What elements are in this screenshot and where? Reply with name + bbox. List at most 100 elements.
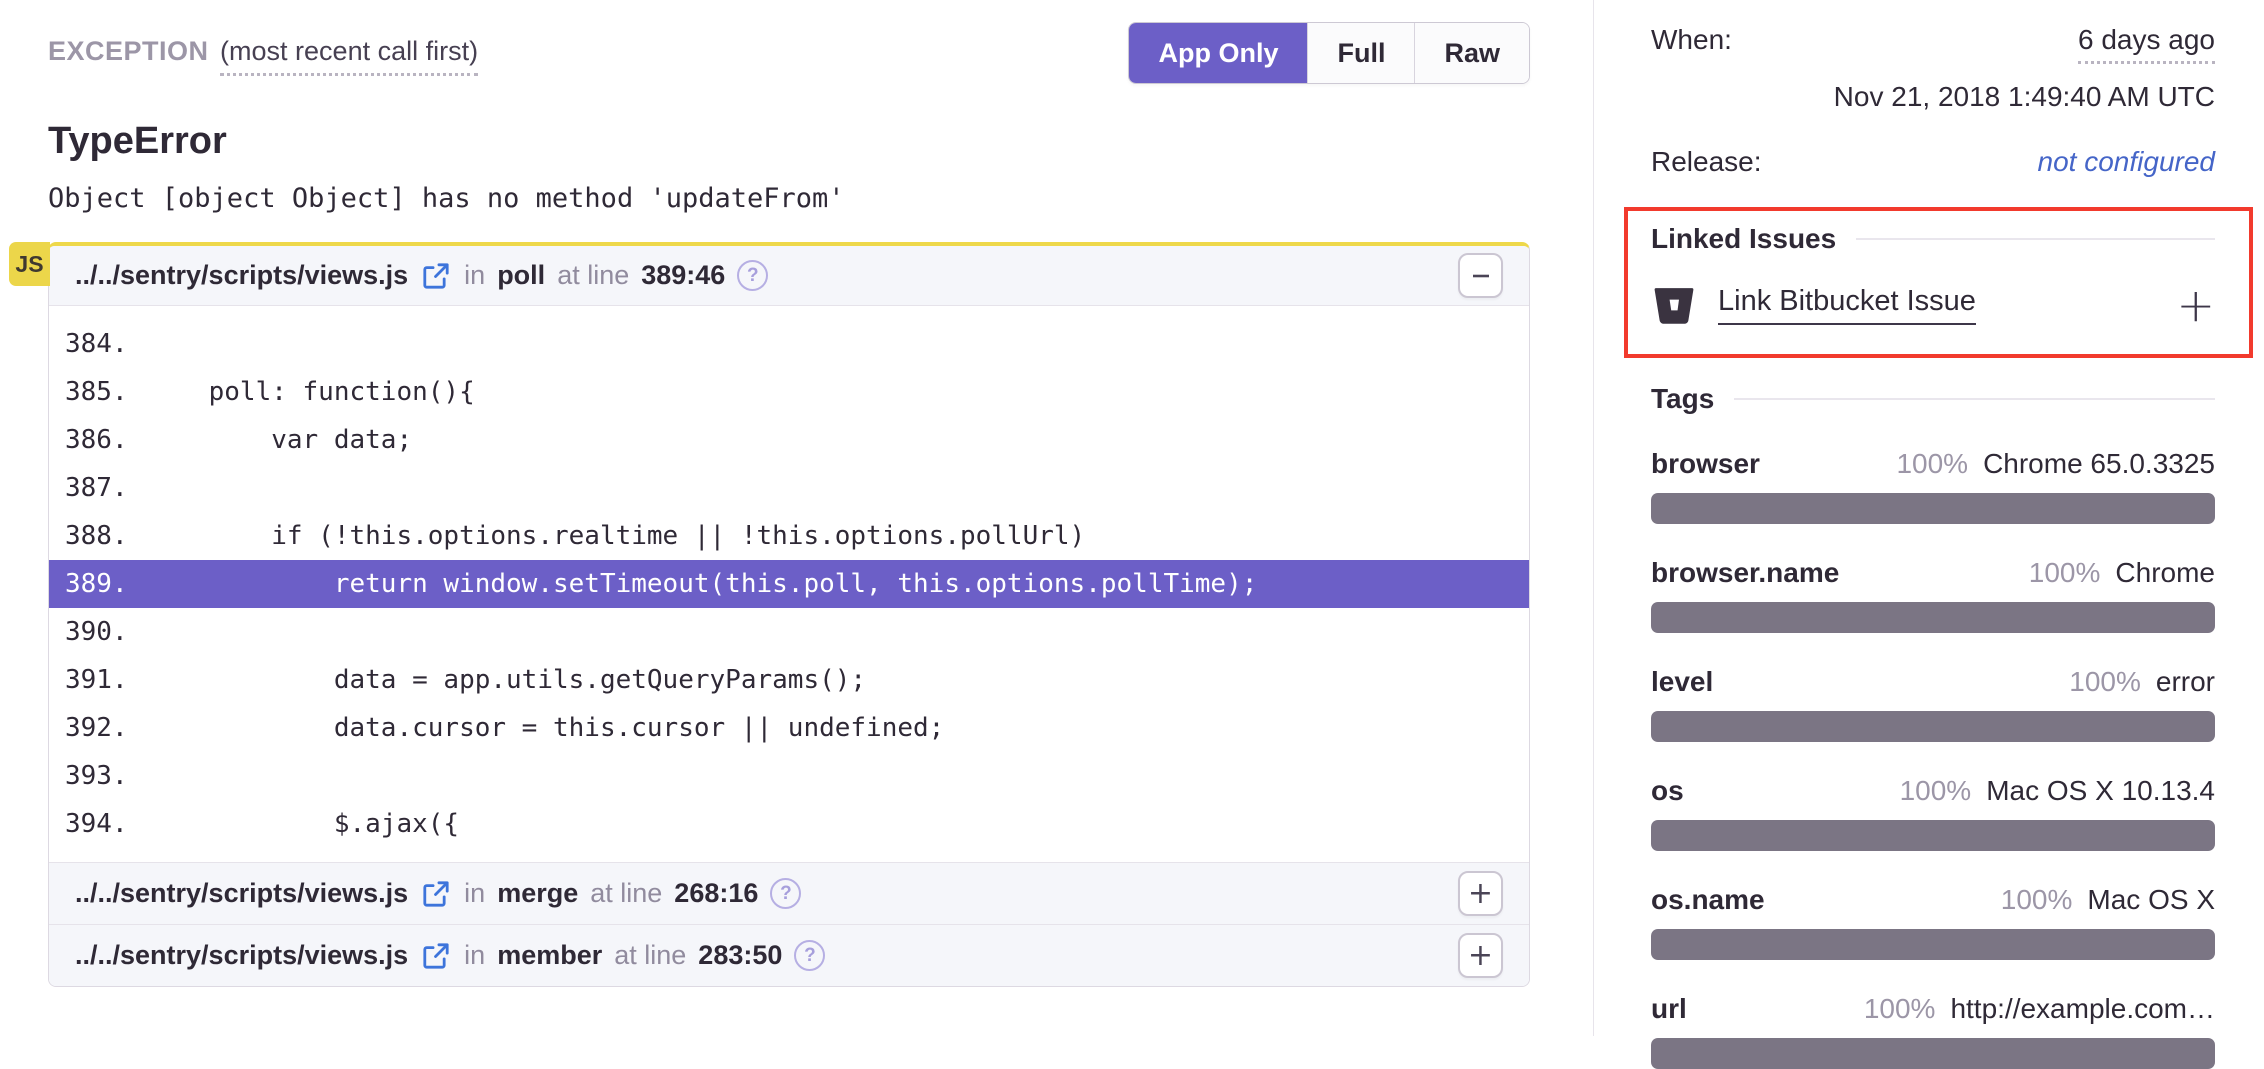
bitbucket-icon: [1651, 282, 1697, 328]
platform-js-badge: JS: [9, 242, 50, 286]
tag-browser-name: browser.name 100% Chrome: [1651, 557, 2215, 633]
at-line-label: at line: [557, 260, 629, 291]
code-line: 388. if (!this.options.realtime || !this…: [49, 512, 1529, 560]
tag-key[interactable]: os.name: [1651, 884, 1765, 916]
frame-function: poll: [497, 260, 545, 291]
raw-button[interactable]: Raw: [1414, 23, 1529, 83]
tag-distribution-bar[interactable]: [1651, 1038, 2215, 1069]
frame-path: ../../sentry/scripts/views.js: [75, 940, 408, 971]
line-number: 394.: [49, 800, 146, 848]
tag-level: level100%error: [1651, 666, 2215, 742]
tag-browser: browser100%Chrome 65.0.3325: [1651, 448, 2215, 524]
tag-distribution-bar[interactable]: [1651, 929, 2215, 960]
code-line: 392. data.cursor = this.cursor || undefi…: [49, 704, 1529, 752]
frame-line-col: 389:46: [641, 260, 725, 291]
tag-percent: 100%: [1900, 775, 1972, 807]
tag-os: os 100% Mac OS X 10.13.4: [1651, 775, 2215, 851]
link-bitbucket-issue-link[interactable]: Link Bitbucket Issue: [1718, 285, 1976, 325]
at-line-label: at line: [614, 940, 686, 971]
add-linked-issue-button[interactable]: +: [2176, 282, 2215, 328]
when-relative-time[interactable]: 6 days ago: [2078, 24, 2215, 64]
frame-header-member[interactable]: ../../sentry/scripts/views.js in member …: [49, 924, 1529, 986]
line-text: data.cursor = this.cursor || undefined;: [146, 704, 944, 752]
app-only-button[interactable]: App Only: [1129, 23, 1307, 83]
release-label: Release:: [1651, 146, 1762, 178]
line-text: poll: function(){: [146, 368, 475, 416]
tag-distribution-bar[interactable]: [1651, 602, 2215, 633]
tag-percent: 100%: [2029, 557, 2101, 589]
exception-header: EXCEPTION (most recent call first) App O…: [48, 22, 1530, 84]
external-link-icon[interactable]: [422, 262, 450, 290]
tag-distribution-bar[interactable]: [1651, 711, 2215, 742]
tag-percent: 100%: [1864, 993, 1936, 1025]
tag-value[interactable]: Chrome: [2115, 557, 2215, 589]
external-link-icon[interactable]: [422, 942, 450, 970]
code-line: 391. data = app.utils.getQueryParams();: [49, 656, 1529, 704]
stacktrace-view-toggle: App Only Full Raw: [1128, 22, 1530, 84]
expand-frame-button[interactable]: +: [1458, 871, 1503, 916]
at-line-label: at line: [590, 878, 662, 909]
tag-key[interactable]: url: [1651, 993, 1687, 1025]
tag-value[interactable]: http://example.com…: [1950, 993, 2215, 1025]
crashed-code-line: 389. return window.setTimeout(this.poll,…: [49, 560, 1529, 608]
tag-key[interactable]: browser: [1651, 448, 1760, 480]
tag-key[interactable]: os: [1651, 775, 1684, 807]
tags-title: Tags: [1651, 383, 1714, 415]
tag-value[interactable]: error: [2156, 666, 2215, 698]
line-text: $.ajax({: [146, 800, 459, 848]
code-line: 384.: [49, 320, 1529, 368]
tag-percent: 100%: [2001, 884, 2073, 916]
expand-frame-button[interactable]: +: [1458, 933, 1503, 978]
in-label: in: [464, 940, 485, 971]
release-not-configured-link[interactable]: not configured: [2038, 146, 2215, 178]
code-line: 385. poll: function(){: [49, 368, 1529, 416]
exception-order-hint[interactable]: (most recent call first): [220, 36, 478, 76]
help-icon[interactable]: ?: [737, 260, 768, 291]
code-line: 394. $.ajax({: [49, 800, 1529, 848]
tag-value[interactable]: Mac OS X: [2087, 884, 2215, 916]
release-row: Release: not configured: [1651, 146, 2215, 178]
code-line: 387.: [49, 464, 1529, 512]
tag-value[interactable]: Mac OS X 10.13.4: [1986, 775, 2215, 807]
line-number: 384.: [49, 320, 146, 368]
tag-distribution-bar[interactable]: [1651, 493, 2215, 524]
frame-line-col: 283:50: [698, 940, 782, 971]
when-row: When: 6 days ago: [1651, 24, 2215, 64]
frame-path: ../../sentry/scripts/views.js: [75, 260, 408, 291]
frame-header-poll[interactable]: ../../sentry/scripts/views.js in poll at…: [49, 246, 1529, 306]
code-line: 393.: [49, 752, 1529, 800]
in-label: in: [464, 878, 485, 909]
tags-heading: Tags: [1651, 383, 2215, 415]
minus-icon: [1470, 265, 1492, 287]
line-number: 388.: [49, 512, 146, 560]
line-number: 391.: [49, 656, 146, 704]
linked-issues-heading: Linked Issues: [1651, 223, 2215, 255]
frame-line-col: 268:16: [674, 878, 758, 909]
tag-distribution-bar[interactable]: [1651, 820, 2215, 851]
code-line: 390.: [49, 608, 1529, 656]
exception-title-group: EXCEPTION (most recent call first): [48, 22, 478, 67]
in-label: in: [464, 260, 485, 291]
link-bitbucket-issue-row[interactable]: Link Bitbucket Issue +: [1651, 282, 2215, 328]
collapse-frame-button[interactable]: [1458, 253, 1503, 298]
error-message: Object [object Object] has no method 'up…: [48, 183, 1530, 214]
line-text: var data;: [146, 416, 412, 464]
when-label: When:: [1651, 24, 1732, 56]
line-text: if (!this.options.realtime || !this.opti…: [146, 512, 1085, 560]
tag-value[interactable]: Chrome 65.0.3325: [1983, 448, 2215, 480]
tag-key[interactable]: browser.name: [1651, 557, 1839, 589]
tag-os-name: os.name 100% Mac OS X: [1651, 884, 2215, 960]
tag-key[interactable]: level: [1651, 666, 1713, 698]
error-type: TypeError: [48, 120, 1530, 163]
frame-header-merge[interactable]: ../../sentry/scripts/views.js in merge a…: [49, 862, 1529, 924]
frame-function: merge: [497, 878, 578, 909]
full-button[interactable]: Full: [1307, 23, 1414, 83]
help-icon[interactable]: ?: [794, 940, 825, 971]
line-text: data = app.utils.getQueryParams();: [146, 656, 866, 704]
exception-title: EXCEPTION: [48, 36, 209, 66]
stacktrace-frames: JS ../../sentry/scripts/views.js in poll…: [48, 242, 1530, 987]
external-link-icon[interactable]: [422, 880, 450, 908]
tag-url: url 100% http://example.com…: [1651, 993, 2215, 1069]
line-number: 387.: [49, 464, 146, 512]
help-icon[interactable]: ?: [770, 878, 801, 909]
